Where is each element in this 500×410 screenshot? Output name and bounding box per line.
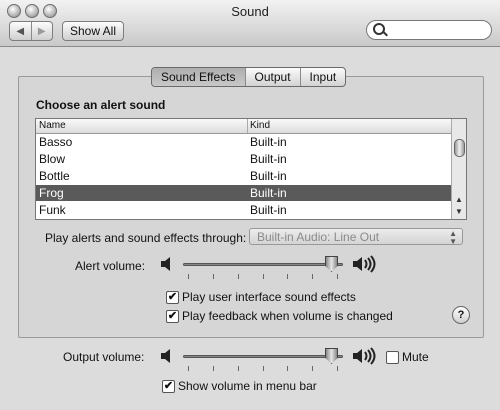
slider-tick (188, 366, 189, 371)
nav-buttons: ◀ ▶ (9, 21, 53, 41)
speaker-low-icon (161, 257, 170, 271)
tab-sound-effects[interactable]: Sound Effects (152, 68, 245, 86)
list-item-selected[interactable]: Frog Built-in (36, 185, 451, 201)
alert-sound-list[interactable]: Name Kind Basso Built-in Blow Built-in Bot… (35, 118, 467, 220)
list-scrollbar[interactable]: ▲ ▼ (451, 119, 466, 219)
mute-checkbox[interactable] (386, 351, 399, 364)
slider-knob[interactable] (325, 348, 338, 364)
column-header-kind[interactable]: Kind (250, 120, 270, 131)
back-arrow-icon[interactable]: ◀ (10, 22, 31, 40)
slider-tick (337, 366, 338, 371)
speaker-high-icon (353, 347, 376, 365)
slider-tick (287, 366, 288, 371)
window-title: Sound (231, 4, 269, 19)
search-icon (373, 23, 385, 35)
menu-bar-volume-checkbox[interactable]: ✔ (162, 380, 175, 393)
slider-knob[interactable] (325, 256, 338, 272)
feedback-label: Play feedback when volume is changed (182, 309, 393, 323)
column-header-name[interactable]: Name (39, 120, 66, 131)
feedback-checkbox[interactable]: ✔ (166, 310, 179, 323)
slider-tick (213, 366, 214, 371)
forward-arrow-icon[interactable]: ▶ (30, 22, 53, 40)
slider-tick (213, 274, 214, 279)
help-button[interactable]: ? (452, 306, 470, 324)
list-item[interactable]: Funk Built-in (36, 202, 451, 218)
list-item[interactable]: Blow Built-in (36, 151, 451, 167)
show-all-button[interactable]: Show All (62, 21, 124, 41)
list-item[interactable]: Bottle Built-in (36, 168, 451, 184)
alert-volume-slider[interactable] (183, 256, 343, 279)
output-device-select[interactable]: Built-in Audio: Line Out ▲ ▼ (249, 228, 463, 246)
title-bar: Sound ◀ ▶ Show All (0, 0, 500, 47)
scroll-up-arrow-icon[interactable]: ▲ (452, 195, 466, 204)
slider-tick (287, 274, 288, 279)
mute-label: Mute (402, 350, 429, 364)
ui-sound-effects-label: Play user interface sound effects (182, 290, 356, 304)
alert-volume-label: Alert volume: (75, 259, 146, 273)
output-volume-slider[interactable] (183, 348, 343, 371)
list-header: Name Kind (36, 119, 451, 134)
slider-tick (263, 274, 264, 279)
slider-tick (188, 274, 189, 279)
output-volume-label: Output volume: (63, 350, 145, 364)
speaker-low-icon (161, 349, 170, 363)
scrollbar-thumb[interactable] (454, 139, 465, 157)
slider-tick (312, 366, 313, 371)
slider-tick (238, 366, 239, 371)
slider-tick (238, 274, 239, 279)
tab-input[interactable]: Input (299, 68, 346, 86)
slider-tick (263, 366, 264, 371)
slider-tick (337, 274, 338, 279)
search-field[interactable] (366, 20, 492, 40)
updown-arrows-icon: ▲ ▼ (449, 229, 457, 246)
tab-output[interactable]: Output (244, 68, 300, 86)
menu-bar-volume-label: Show volume in menu bar (178, 379, 317, 393)
scroll-down-arrow-icon[interactable]: ▼ (452, 207, 466, 216)
ui-sound-effects-checkbox[interactable]: ✔ (166, 291, 179, 304)
list-item[interactable]: Basso Built-in (36, 134, 451, 150)
alert-sound-heading: Choose an alert sound (36, 98, 166, 112)
tab-bar: Sound Effects Output Input (151, 67, 347, 87)
output-through-label: Play alerts and sound effects through: (45, 231, 247, 245)
slider-tick (312, 274, 313, 279)
speaker-high-icon (353, 255, 376, 273)
